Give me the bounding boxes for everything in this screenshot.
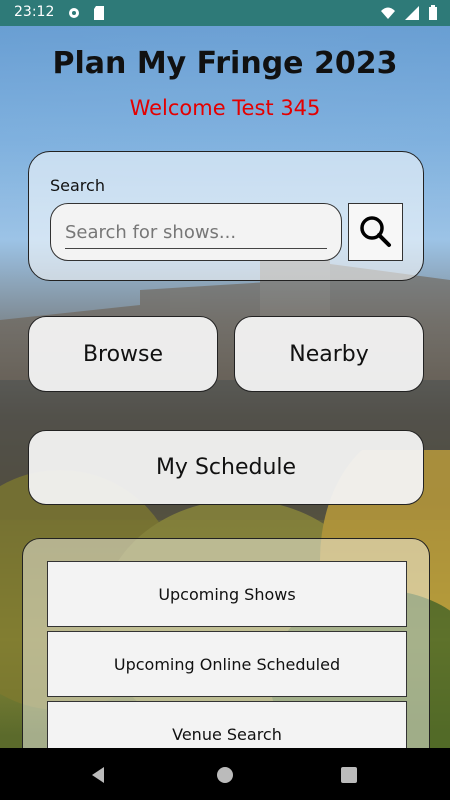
input-underline bbox=[65, 248, 327, 249]
gear-icon bbox=[69, 8, 79, 18]
welcome-text: Welcome Test 345 bbox=[129, 96, 321, 120]
signal-icon bbox=[405, 6, 419, 20]
search-label: Search bbox=[50, 176, 105, 195]
navigation-bar bbox=[0, 748, 450, 800]
home-icon[interactable] bbox=[214, 764, 236, 786]
nearby-button[interactable]: Nearby bbox=[234, 316, 424, 392]
search-card: Search Search for shows... bbox=[28, 151, 424, 281]
menu-item-upcoming-online[interactable]: Upcoming Online Scheduled bbox=[47, 631, 407, 697]
menu-card: Upcoming Shows Upcoming Online Scheduled… bbox=[22, 538, 430, 770]
browse-button[interactable]: Browse bbox=[28, 316, 218, 392]
battery-icon bbox=[429, 5, 437, 20]
menu-item-upcoming-shows[interactable]: Upcoming Shows bbox=[47, 561, 407, 627]
status-time: 23:12 bbox=[14, 4, 55, 20]
search-placeholder: Search for shows... bbox=[65, 222, 237, 243]
my-schedule-button[interactable]: My Schedule bbox=[28, 430, 424, 505]
search-input[interactable]: Search for shows... bbox=[50, 203, 342, 261]
search-button[interactable] bbox=[348, 203, 403, 261]
search-icon bbox=[360, 216, 391, 247]
recents-icon[interactable] bbox=[338, 764, 360, 786]
app-title: Plan My Fringe 2023 bbox=[52, 46, 398, 81]
wifi-icon bbox=[381, 7, 395, 19]
status-bar: 23:12 bbox=[0, 0, 450, 26]
back-icon[interactable] bbox=[88, 764, 110, 786]
sd-card-icon bbox=[94, 6, 104, 20]
